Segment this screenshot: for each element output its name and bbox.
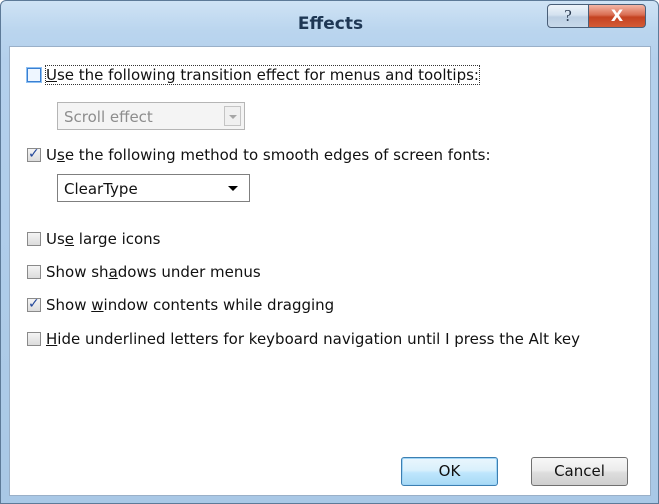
hide-underlines-access-key: H [46, 330, 58, 348]
window-contents-access-key: w [91, 296, 104, 314]
window-contents-checkbox[interactable] [27, 296, 41, 312]
transition-effect-access-key: U [46, 66, 57, 84]
smooth-edges-checkbox[interactable] [27, 146, 41, 162]
menu-shadows-label: Show shadows under menus [46, 263, 261, 281]
help-button[interactable]: ? [547, 4, 589, 28]
smooth-edges-value: ClearType [64, 180, 138, 198]
cancel-button[interactable]: Cancel [531, 457, 628, 486]
transition-effect-checkbox[interactable] [27, 68, 41, 82]
hide-underlines-checkbox[interactable] [27, 332, 41, 346]
effects-dialog: Effects ? X Use the following transition… [0, 0, 659, 504]
transition-effect-dropdown[interactable]: Scroll effect [57, 102, 245, 130]
menu-shadows-checkbox[interactable] [27, 265, 41, 279]
smooth-edges-dropdown[interactable]: ClearType [57, 174, 250, 202]
title-bar[interactable]: Effects ? X [1, 1, 658, 45]
ok-button[interactable]: OK [401, 457, 498, 486]
chevron-down-icon [224, 106, 241, 126]
dialog-content: Use the following transition effect for … [9, 46, 651, 496]
large-icons-label: Use large icons [46, 230, 161, 248]
smooth-edges-access-key: s [56, 146, 65, 164]
transition-effect-value: Scroll effect [64, 108, 153, 126]
large-icons-checkbox[interactable] [27, 232, 41, 246]
smooth-edges-label: Use the following method to smooth edges… [46, 146, 491, 164]
help-icon: ? [564, 6, 572, 25]
chevron-down-icon [228, 186, 238, 191]
close-icon: X [610, 6, 624, 25]
large-icons-access-key: e [64, 230, 75, 248]
window-contents-label: Show window contents while dragging [46, 296, 335, 314]
transition-effect-label: Use the following transition effect for … [45, 65, 480, 85]
menu-shadows-access-key: a [108, 263, 118, 281]
hide-underlines-label: Hide underlined letters for keyboard nav… [46, 330, 580, 348]
close-button[interactable]: X [588, 4, 646, 28]
